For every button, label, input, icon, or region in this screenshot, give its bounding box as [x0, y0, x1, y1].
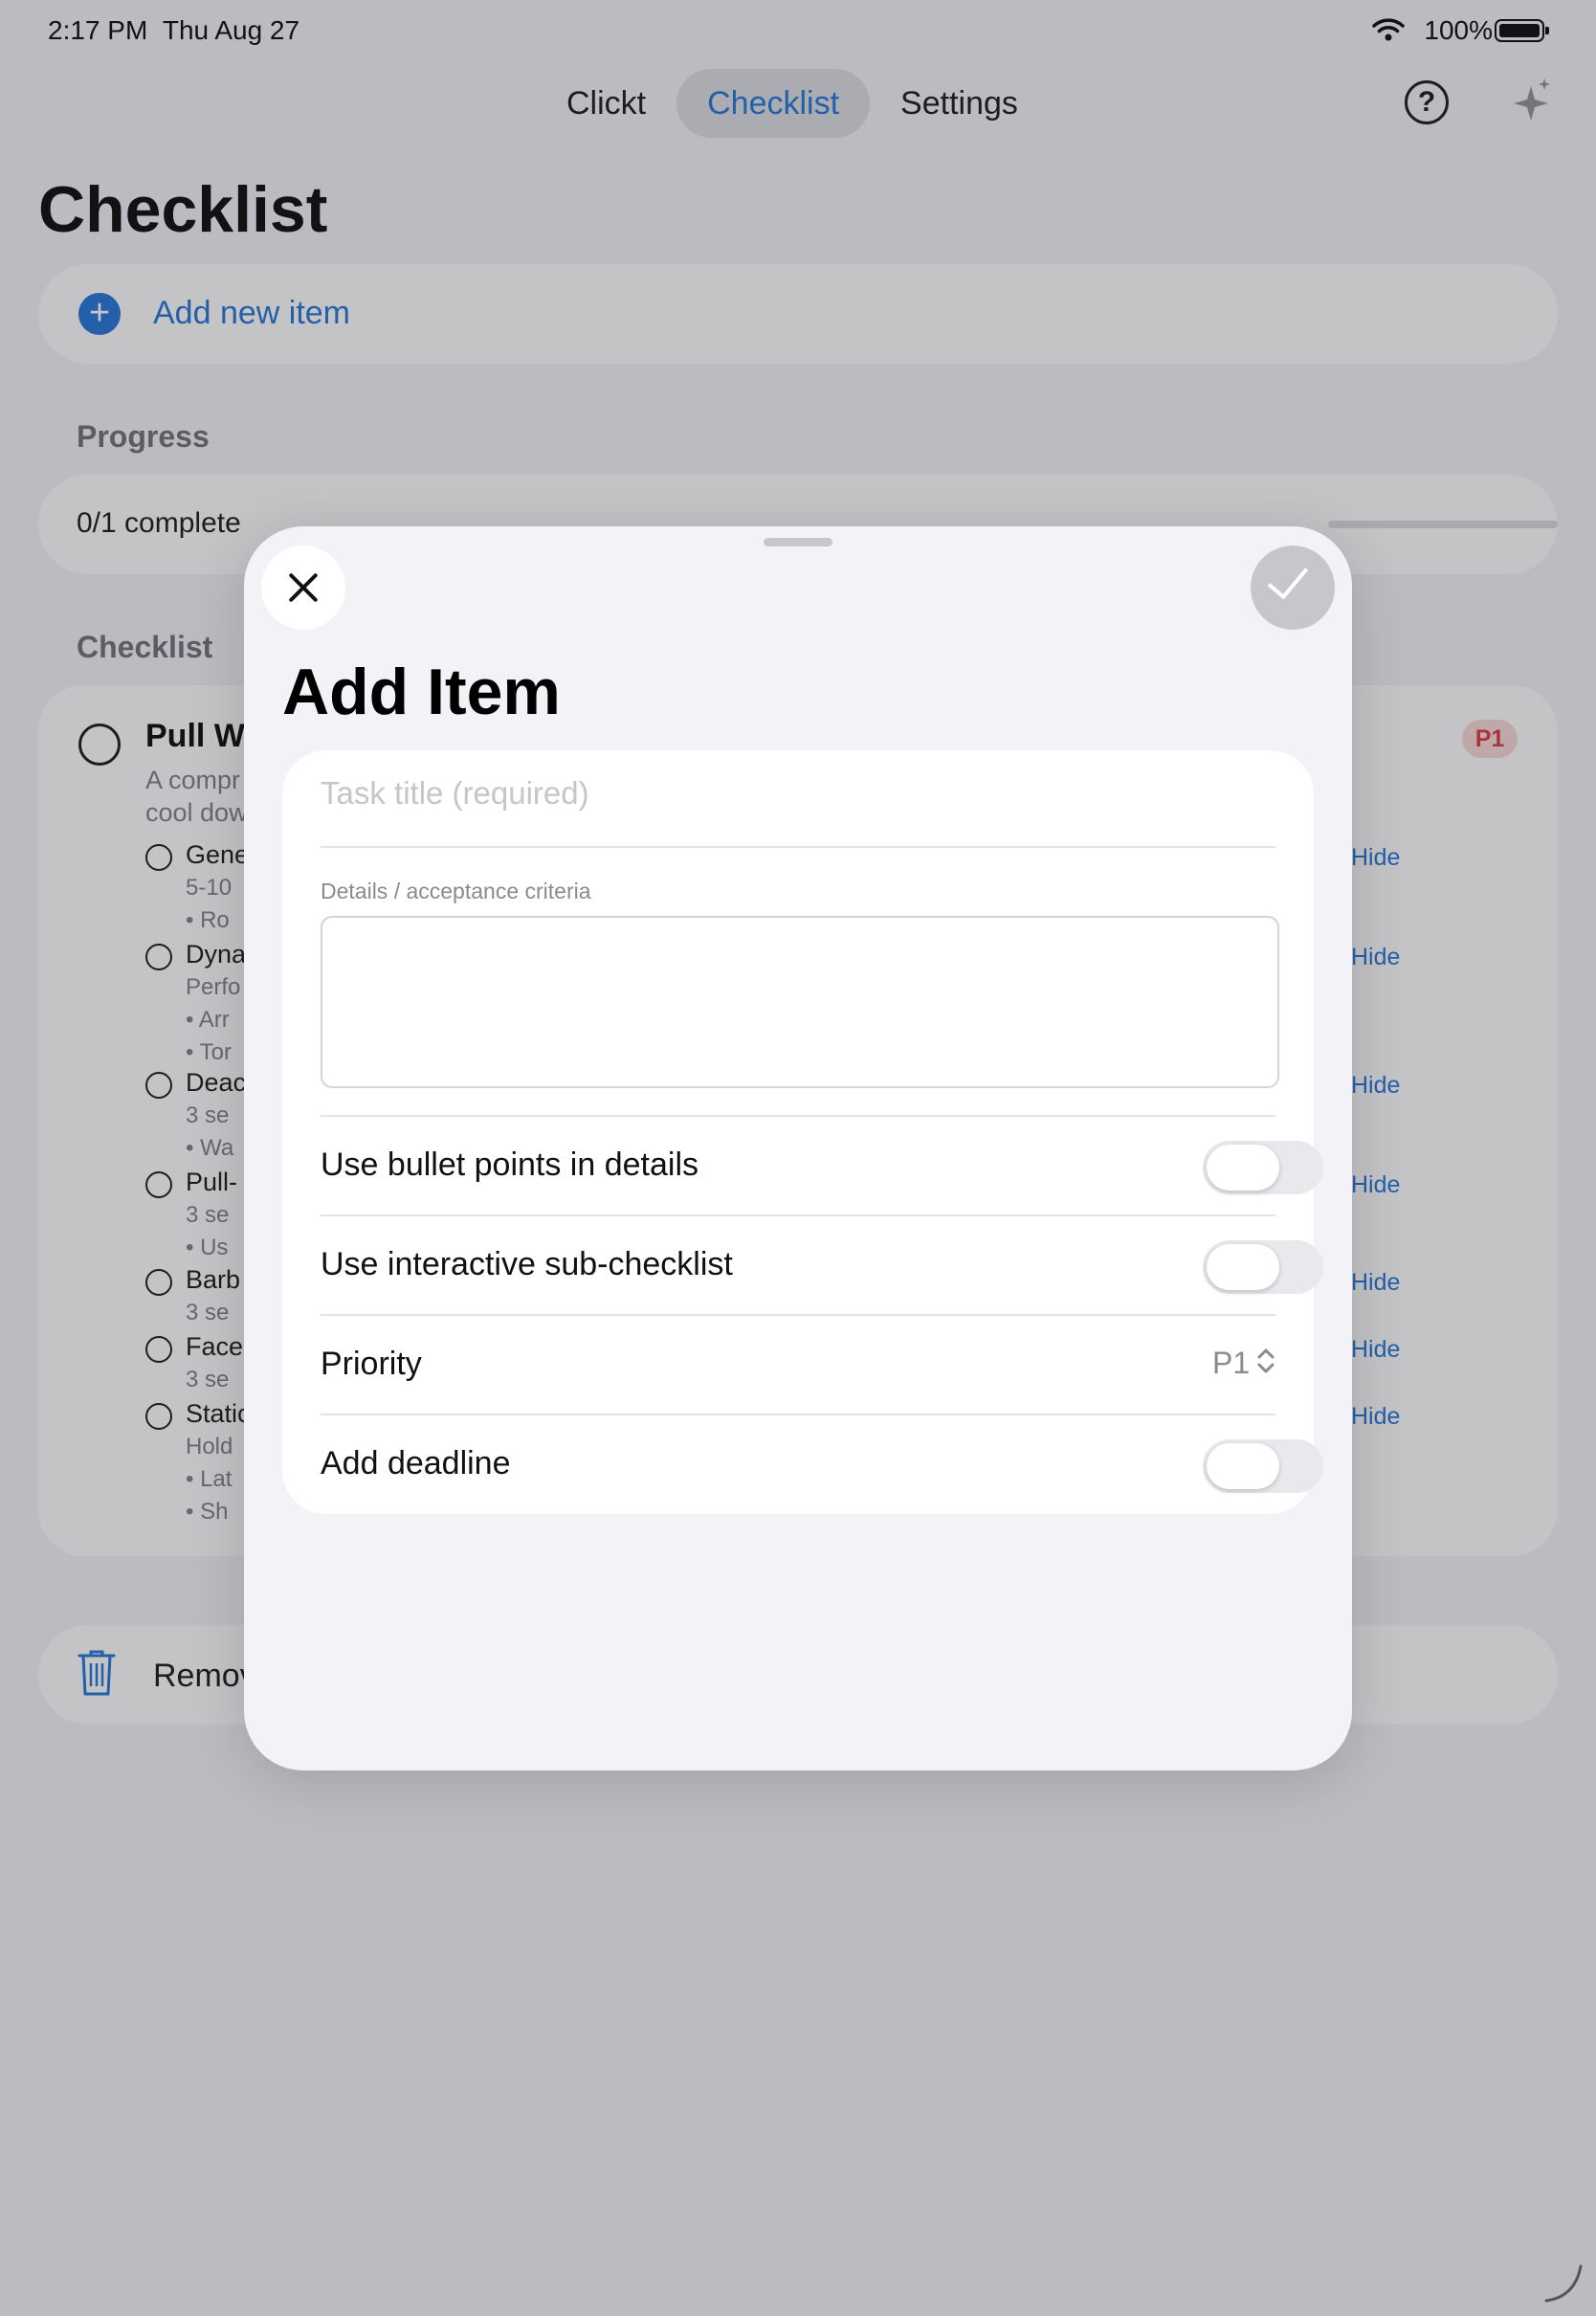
- toggle-knob: [1207, 1244, 1279, 1290]
- sub-checklist-toggle[interactable]: [1203, 1240, 1323, 1294]
- divider: [321, 1115, 1275, 1117]
- priority-label: Priority: [321, 1346, 422, 1382]
- bullet-points-label: Use bullet points in details: [321, 1147, 699, 1183]
- divider: [321, 1414, 1275, 1415]
- chevron-updown-icon[interactable]: [1254, 1344, 1277, 1383]
- add-item-form: Task title (required) Details / acceptan…: [282, 750, 1323, 1514]
- divider: [321, 846, 1275, 848]
- priority-picker[interactable]: P1: [1212, 1346, 1250, 1381]
- toggle-knob: [1207, 1443, 1279, 1489]
- sheet-grabber[interactable]: [764, 538, 832, 546]
- checkmark-icon[interactable]: [1251, 546, 1335, 630]
- details-textarea[interactable]: [321, 916, 1279, 1088]
- divider: [321, 1314, 1275, 1316]
- details-label: Details / acceptance criteria: [321, 879, 591, 903]
- deadline-label: Add deadline: [321, 1445, 511, 1481]
- divider: [321, 1214, 1275, 1216]
- deadline-toggle[interactable]: [1203, 1439, 1323, 1493]
- task-title-input[interactable]: Task title (required): [321, 775, 589, 812]
- bullet-points-toggle[interactable]: [1203, 1141, 1323, 1194]
- sheet-title: Add Item: [282, 656, 561, 728]
- app-background: 2:17 PM Thu Aug 27 100% Clickt Checklist…: [0, 0, 1596, 2316]
- resize-handle-icon[interactable]: [1541, 2260, 1586, 2311]
- add-item-sheet: Add Item Task title (required) Details /…: [244, 526, 1352, 1770]
- sub-checklist-label: Use interactive sub-checklist: [321, 1246, 733, 1282]
- checkmark-glyph: [1267, 556, 1309, 600]
- xmark-icon[interactable]: [261, 546, 345, 630]
- toggle-knob: [1207, 1145, 1279, 1191]
